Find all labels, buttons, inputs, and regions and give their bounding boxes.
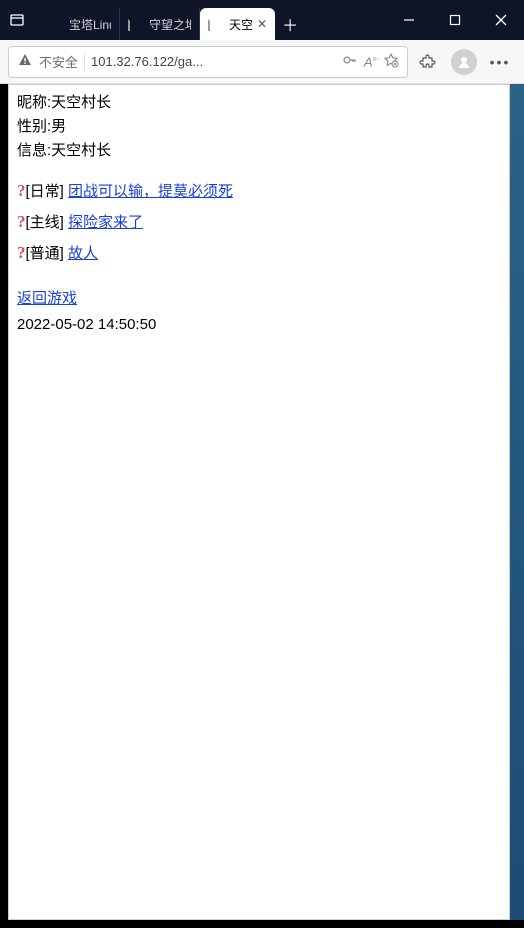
- plus-icon: ＋: [282, 12, 298, 36]
- quest-mark-icon: ?: [17, 212, 26, 231]
- close-window-button[interactable]: [478, 4, 524, 36]
- info-value: 天空村长: [51, 142, 111, 159]
- minimize-icon: [403, 14, 415, 26]
- tab-actions-icon: [9, 12, 25, 28]
- quest-category: [普通]: [26, 245, 64, 262]
- warning-icon: [17, 52, 33, 71]
- menu-button[interactable]: •••: [484, 46, 516, 78]
- quest-mark-icon: ?: [17, 181, 26, 200]
- profile-button[interactable]: [448, 46, 480, 78]
- gender-label: 性别:: [17, 118, 51, 135]
- not-secure-label: 不安全: [39, 52, 78, 71]
- page-content: 昵称:天空村长 性别:男 信息:天空村长 ?[日常] 团战可以输，提莫必须死 ?…: [8, 84, 510, 920]
- nickname-label: 昵称:: [17, 94, 51, 111]
- quest-line-daily: ?[日常] 团战可以输，提莫必须死: [17, 177, 501, 204]
- key-icon[interactable]: [342, 52, 358, 71]
- minimize-button[interactable]: [386, 4, 432, 36]
- timestamp: 2022-05-02 14:50:50: [17, 313, 501, 337]
- maximize-icon: [449, 14, 461, 26]
- more-icon: •••: [490, 54, 511, 70]
- maximize-button[interactable]: [432, 4, 478, 36]
- info-label: 信息:: [17, 142, 51, 159]
- close-icon: [495, 14, 507, 26]
- gender-line: 性别:男: [17, 115, 501, 139]
- tab-tiankong[interactable]: 天空 ✕: [200, 8, 275, 40]
- puzzle-icon: [419, 53, 437, 71]
- quest-line-normal: ?[普通] 故人: [17, 239, 501, 266]
- tab-title: 天空: [229, 16, 253, 33]
- nickname-line: 昵称:天空村长: [17, 91, 501, 115]
- tab-shouwang[interactable]: 守望之地: [120, 8, 200, 40]
- shield-icon: [48, 16, 64, 32]
- url-box[interactable]: 不安全 101.32.76.122/ga... A»: [8, 46, 408, 78]
- new-tab-button[interactable]: ＋: [275, 8, 305, 40]
- quest-link[interactable]: 探险家来了: [68, 214, 143, 231]
- quest-line-main: ?[主线] 探险家来了: [17, 208, 501, 235]
- quest-category: [日常]: [26, 183, 64, 200]
- tab-title: 宝塔Linu: [69, 16, 111, 33]
- window-controls: [386, 0, 524, 40]
- tab-baota[interactable]: 宝塔Linu: [40, 8, 120, 40]
- quest-category: [主线]: [26, 214, 64, 231]
- tab-title: 守望之地: [149, 16, 191, 33]
- favorite-icon[interactable]: [383, 52, 399, 71]
- extensions-button[interactable]: [412, 46, 444, 78]
- quest-mark-icon: ?: [17, 243, 26, 262]
- document-icon: [208, 16, 224, 32]
- avatar-icon: [451, 49, 477, 75]
- quest-list: ?[日常] 团战可以输，提莫必须死 ?[主线] 探险家来了 ?[普通] 故人: [17, 177, 501, 267]
- info-line: 信息:天空村长: [17, 139, 501, 163]
- nickname-value: 天空村长: [51, 94, 111, 111]
- close-tab-button[interactable]: ✕: [257, 17, 267, 31]
- quest-link[interactable]: 团战可以输，提莫必须死: [68, 183, 233, 200]
- return-game-link[interactable]: 返回游戏: [17, 290, 77, 307]
- gender-value: 男: [51, 118, 66, 135]
- tab-strip: 宝塔Linu 守望之地 天空 ✕ ＋: [34, 0, 386, 40]
- background-sidebar: [510, 84, 524, 920]
- read-aloud-icon[interactable]: A»: [364, 54, 377, 69]
- document-icon: [128, 16, 144, 32]
- address-bar: 不安全 101.32.76.122/ga... A» •••: [0, 40, 524, 84]
- separator: [84, 53, 85, 71]
- url-text: 101.32.76.122/ga...: [91, 54, 336, 69]
- page-footer: 返回游戏 2022-05-02 14:50:50: [17, 287, 501, 337]
- window-titlebar: 宝塔Linu 守望之地 天空 ✕ ＋: [0, 0, 524, 40]
- tab-actions-button[interactable]: [0, 0, 34, 40]
- quest-link[interactable]: 故人: [68, 245, 98, 262]
